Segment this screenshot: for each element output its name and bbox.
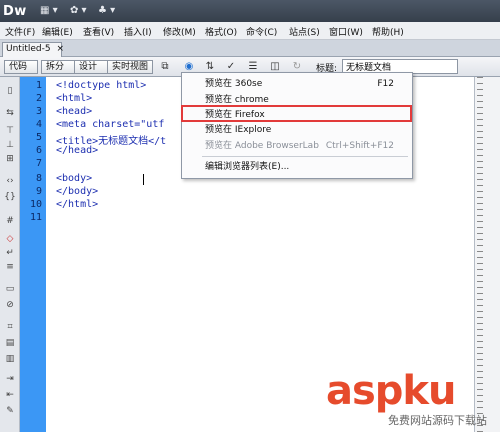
line-number: 4 (35, 119, 42, 130)
coding-toolbar: ▯ ⇆ ⊤ ⊥ ⊞ ‹› {} # ◇ ↵ ≡ ▭ ⊘ ⌗ ▤ ▥ ⇥ ⇤ ✎ (0, 77, 20, 432)
code-line: </body> (56, 186, 99, 197)
menu-commands[interactable]: 命令(C) (246, 25, 277, 38)
line-number: 5 (35, 132, 42, 143)
line-number: 10 (29, 199, 42, 210)
menu-item-edit-browser-list[interactable]: 编辑浏览器列表(E)... (182, 160, 412, 175)
menu-item-label: 编辑浏览器列表(E)... (205, 162, 290, 172)
dreamweaver-logo: Dw (3, 4, 27, 19)
extend-icon[interactable]: ✿ ▾ (70, 5, 94, 17)
word-wrap-icon[interactable]: ↵ (3, 247, 17, 259)
select-parent-tag-icon[interactable]: ‹› (3, 175, 17, 187)
line-number: 2 (35, 93, 42, 104)
move-css-icon[interactable]: ▥ (3, 353, 17, 365)
line-number-gutter: 1 2 3 4 5 6 7 8 9 10 11 (20, 77, 46, 432)
highlight-invalid-icon[interactable]: ◇ (3, 233, 17, 245)
menu-item-label: 预览在 IExplore (205, 125, 272, 135)
open-documents-icon[interactable]: ▯ (3, 85, 17, 97)
preview-browser-menu: 预览在 360se F12 预览在 chrome 预览在 Firefox 预览在… (181, 72, 413, 179)
menu-item-label: 预览在 Adobe BrowserLab (205, 141, 319, 151)
multiscreen-icon[interactable]: ⧉ (158, 60, 172, 74)
menu-help[interactable]: 帮助(H) (372, 25, 404, 38)
highlight-box (181, 105, 412, 122)
menu-item-preview-iexplore[interactable]: 预览在 IExplore (182, 123, 412, 138)
menu-view[interactable]: 查看(V) (83, 25, 114, 38)
shortcut-label: Ctrl+Shift+F12 (325, 141, 394, 151)
line-number: 6 (35, 145, 42, 156)
menu-format[interactable]: 格式(O) (205, 25, 237, 38)
watermark-logo: aspku (326, 368, 457, 414)
show-code-navigator-icon[interactable]: ⇆ (3, 107, 17, 119)
outdent-icon[interactable]: ⇤ (3, 389, 17, 401)
menu-window[interactable]: 窗口(W) (329, 25, 363, 38)
menu-insert[interactable]: 插入(I) (124, 25, 152, 38)
menu-modify[interactable]: 修改(M) (163, 25, 196, 38)
menu-edit[interactable]: 编辑(E) (42, 25, 73, 38)
code-line: </head> (56, 145, 99, 156)
line-number: 7 (35, 158, 42, 169)
app-title-bar: Dw ▦ ▾ ✿ ▾ ♣ ▾ (0, 0, 500, 22)
menu-item-preview-360se[interactable]: 预览在 360se F12 (182, 77, 412, 92)
menu-item-label: 预览在 360se (205, 79, 263, 89)
balance-braces-icon[interactable]: {} (3, 191, 17, 203)
menu-item-label: 预览在 chrome (205, 95, 269, 105)
line-numbers-icon[interactable]: # (3, 215, 17, 227)
expand-all-icon[interactable]: ⊞ (3, 153, 17, 165)
wrap-tag-icon[interactable]: ⌗ (3, 321, 17, 333)
line-number: 11 (29, 212, 42, 223)
menu-item-preview-browserlab: 预览在 Adobe BrowserLab Ctrl+Shift+F12 (182, 139, 412, 154)
line-number: 3 (35, 106, 42, 117)
shortcut-label: F12 (377, 79, 394, 89)
recent-snippets-icon[interactable]: ▤ (3, 337, 17, 349)
line-number: 9 (35, 186, 42, 197)
format-source-icon[interactable]: ✎ (3, 405, 17, 417)
menu-separator (202, 156, 408, 157)
apply-comment-icon[interactable]: ▭ (3, 283, 17, 295)
tab-untitled-5[interactable]: Untitled-5 × (2, 42, 64, 57)
line-number: 8 (35, 173, 42, 184)
collapse-tag-icon[interactable]: ⊤ (3, 125, 17, 137)
code-line: <meta charset="utf (56, 119, 165, 130)
watermark: aspku 免费网站源码下载站 (326, 368, 500, 432)
watermark-subtitle: 免费网站源码下载站 (388, 414, 487, 427)
syntax-coloring-icon[interactable]: ≡ (3, 261, 17, 273)
text-caret (143, 174, 144, 185)
line-number: 1 (35, 80, 42, 91)
design-view-button[interactable]: 设计 (74, 60, 108, 74)
collapse-selection-icon[interactable]: ⊥ (3, 139, 17, 151)
code-line: <html> (56, 93, 93, 104)
code-line: <!doctype html> (56, 80, 147, 91)
live-view-button[interactable]: 实时视图 (107, 60, 153, 74)
tab-label: Untitled-5 (6, 44, 51, 54)
site-icon[interactable]: ♣ ▾ (98, 5, 122, 17)
menu-file[interactable]: 文件(F) (5, 25, 35, 38)
code-line: <head> (56, 106, 93, 117)
code-line: <body> (56, 173, 93, 184)
menu-bar: 文件(F) 编辑(E) 查看(V) 插入(I) 修改(M) 格式(O) 命令(C… (0, 22, 500, 40)
split-view-button[interactable]: 拆分 (41, 60, 75, 74)
remove-comment-icon[interactable]: ⊘ (3, 299, 17, 311)
code-view-button[interactable]: 代码 (4, 60, 38, 74)
code-line: </html> (56, 199, 99, 210)
layout-icon[interactable]: ▦ ▾ (40, 5, 64, 17)
menu-site[interactable]: 站点(S) (289, 25, 320, 38)
document-tab-row: Untitled-5 × (0, 40, 500, 57)
close-icon[interactable]: × (56, 44, 64, 54)
indent-icon[interactable]: ⇥ (3, 373, 17, 385)
